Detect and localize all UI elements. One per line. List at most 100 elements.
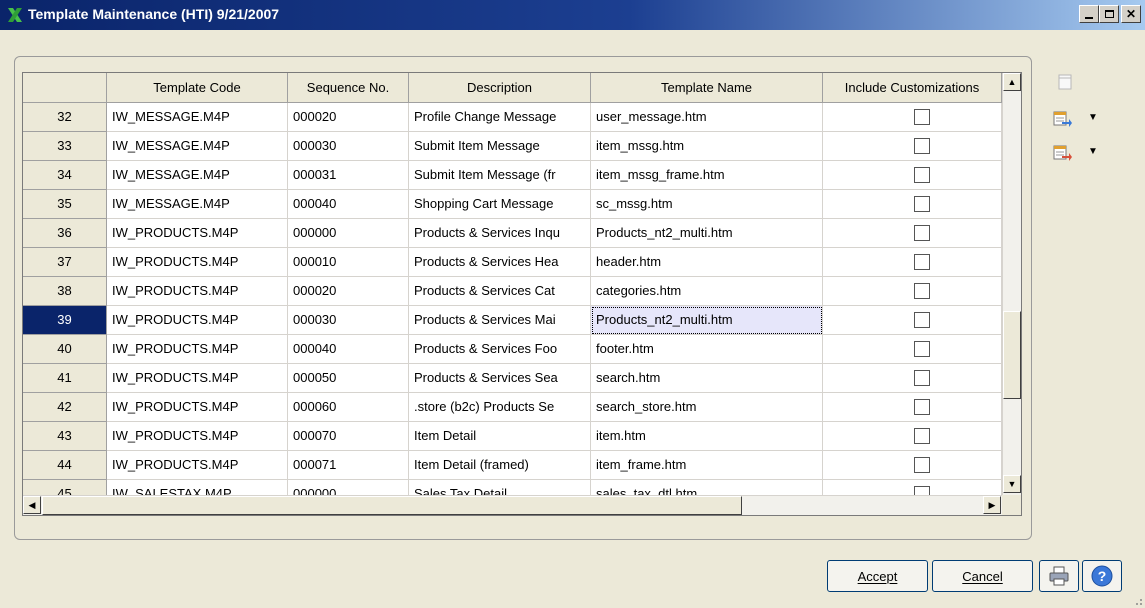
header-sequence-no[interactable]: Sequence No.	[288, 73, 409, 103]
header-description[interactable]: Description	[409, 73, 591, 103]
print-button[interactable]	[1039, 560, 1079, 592]
row-number[interactable]: 41	[23, 364, 107, 393]
header-include-customizations[interactable]: Include Customizations	[823, 73, 1002, 103]
cell-template-name[interactable]: sc_mssg.htm	[591, 190, 823, 219]
header-template-code[interactable]: Template Code	[107, 73, 288, 103]
include-customizations-checkbox[interactable]	[914, 457, 930, 473]
cell-template-name[interactable]: search.htm	[591, 364, 823, 393]
cell-description[interactable]: Products & Services Cat	[409, 277, 591, 306]
row-number[interactable]: 35	[23, 190, 107, 219]
cell-description[interactable]: Item Detail	[409, 422, 591, 451]
close-icon[interactable]: ✕	[1121, 5, 1141, 23]
cell-description[interactable]: Submit Item Message (fr	[409, 161, 591, 190]
cell-sequence-no[interactable]: 000040	[288, 335, 409, 364]
row-number[interactable]: 44	[23, 451, 107, 480]
cancel-button[interactable]: Cancel	[932, 560, 1033, 592]
table-row[interactable]: 41 IW_PRODUCTS.M4P 000050 Products & Servic…	[23, 364, 1002, 393]
import-dropdown-icon[interactable]: ▼	[1088, 146, 1098, 157]
row-number[interactable]: 37	[23, 248, 107, 277]
export-button[interactable]: ▼	[1050, 109, 1104, 131]
cell-description[interactable]: Products & Services Sea	[409, 364, 591, 393]
cell-sequence-no[interactable]: 000040	[288, 190, 409, 219]
scroll-down-icon[interactable]: ▼	[1003, 475, 1021, 493]
table-row[interactable]: 37 IW_PRODUCTS.M4P 000010 Products & Servic…	[23, 248, 1002, 277]
table-row[interactable]: 44 IW_PRODUCTS.M4P 000071 Item Detail (fram…	[23, 451, 1002, 480]
table-row[interactable]: 32 IW_MESSAGE.M4P 000020 Profile Change Mes…	[23, 103, 1002, 132]
row-number[interactable]: 42	[23, 393, 107, 422]
cell-sequence-no[interactable]: 000070	[288, 422, 409, 451]
header-template-name[interactable]: Template Name	[591, 73, 823, 103]
cell-description[interactable]: Item Detail (framed)	[409, 451, 591, 480]
horizontal-scrollbar[interactable]: ◀ ▶	[23, 495, 1002, 515]
row-number[interactable]: 32	[23, 103, 107, 132]
row-number[interactable]: 33	[23, 132, 107, 161]
table-row[interactable]: 40 IW_PRODUCTS.M4P 000040 Products & Servic…	[23, 335, 1002, 364]
cell-template-name[interactable]: Products_nt2_multi.htm	[591, 219, 823, 248]
cell-template-name[interactable]: footer.htm	[591, 335, 823, 364]
cell-template-name[interactable]: search_store.htm	[591, 393, 823, 422]
cell-template-name[interactable]: header.htm	[591, 248, 823, 277]
cell-description[interactable]: Submit Item Message	[409, 132, 591, 161]
cell-template-code[interactable]: IW_PRODUCTS.M4P	[107, 248, 288, 277]
cell-sequence-no[interactable]: 000010	[288, 248, 409, 277]
cell-template-code[interactable]: IW_MESSAGE.M4P	[107, 132, 288, 161]
template-grid[interactable]: Template Code Sequence No. Description T…	[22, 72, 1022, 516]
minimize-icon[interactable]	[1079, 5, 1099, 23]
table-row[interactable]: 39 IW_PRODUCTS.M4P 000030 Products & Servic…	[23, 306, 1002, 335]
vertical-scroll-thumb[interactable]	[1003, 311, 1021, 399]
include-customizations-checkbox[interactable]	[914, 399, 930, 415]
cell-template-code[interactable]: IW_PRODUCTS.M4P	[107, 422, 288, 451]
cell-description[interactable]: Profile Change Message	[409, 103, 591, 132]
table-row[interactable]: 33 IW_MESSAGE.M4P 000030 Submit Item Messag…	[23, 132, 1002, 161]
cell-sequence-no[interactable]: 000050	[288, 364, 409, 393]
cell-template-name[interactable]: Products_nt2_multi.htm	[591, 306, 823, 335]
include-customizations-checkbox[interactable]	[914, 138, 930, 154]
include-customizations-checkbox[interactable]	[914, 428, 930, 444]
export-dropdown-icon[interactable]: ▼	[1088, 112, 1098, 123]
include-customizations-checkbox[interactable]	[914, 225, 930, 241]
cell-template-code[interactable]: IW_PRODUCTS.M4P	[107, 451, 288, 480]
include-customizations-checkbox[interactable]	[914, 109, 930, 125]
cell-template-code[interactable]: IW_PRODUCTS.M4P	[107, 277, 288, 306]
cell-template-code[interactable]: IW_MESSAGE.M4P	[107, 103, 288, 132]
accept-button[interactable]: Accept	[827, 560, 928, 592]
table-row[interactable]: 36 IW_PRODUCTS.M4P 000000 Products & Servic…	[23, 219, 1002, 248]
cell-sequence-no[interactable]: 000000	[288, 219, 409, 248]
table-row[interactable]: 34 IW_MESSAGE.M4P 000031 Submit Item Messag…	[23, 161, 1002, 190]
include-customizations-checkbox[interactable]	[914, 312, 930, 328]
include-customizations-checkbox[interactable]	[914, 167, 930, 183]
cell-description[interactable]: Products & Services Inqu	[409, 219, 591, 248]
resize-grip-icon[interactable]	[1133, 596, 1143, 606]
cell-template-name[interactable]: categories.htm	[591, 277, 823, 306]
cell-sequence-no[interactable]: 000071	[288, 451, 409, 480]
row-number[interactable]: 39	[23, 306, 107, 335]
row-number[interactable]: 40	[23, 335, 107, 364]
vertical-scrollbar[interactable]: ▲ ▼	[1002, 73, 1021, 495]
cell-description[interactable]: Products & Services Mai	[409, 306, 591, 335]
include-customizations-checkbox[interactable]	[914, 254, 930, 270]
cell-description[interactable]: Shopping Cart Message	[409, 190, 591, 219]
cell-sequence-no[interactable]: 000020	[288, 103, 409, 132]
help-button[interactable]: ?	[1082, 560, 1122, 592]
table-row[interactable]: 43 IW_PRODUCTS.M4P 000070 Item Detail item.h…	[23, 422, 1002, 451]
cell-template-name[interactable]: user_message.htm	[591, 103, 823, 132]
cell-sequence-no[interactable]: 000031	[288, 161, 409, 190]
cell-template-code[interactable]: IW_PRODUCTS.M4P	[107, 393, 288, 422]
cell-sequence-no[interactable]: 000060	[288, 393, 409, 422]
cell-description[interactable]: .store (b2c) Products Se	[409, 393, 591, 422]
row-number[interactable]: 34	[23, 161, 107, 190]
table-row[interactable]: 42 IW_PRODUCTS.M4P 000060 .store (b2c) Prod…	[23, 393, 1002, 422]
cell-sequence-no[interactable]: 000030	[288, 306, 409, 335]
cell-sequence-no[interactable]: 000020	[288, 277, 409, 306]
row-number[interactable]: 36	[23, 219, 107, 248]
cell-template-code[interactable]: IW_PRODUCTS.M4P	[107, 306, 288, 335]
row-number[interactable]: 43	[23, 422, 107, 451]
scroll-right-icon[interactable]: ▶	[983, 496, 1001, 514]
cell-template-code[interactable]: IW_PRODUCTS.M4P	[107, 364, 288, 393]
cell-template-code[interactable]: IW_MESSAGE.M4P	[107, 190, 288, 219]
table-row[interactable]: 35 IW_MESSAGE.M4P 000040 Shopping Cart Mess…	[23, 190, 1002, 219]
cell-description[interactable]: Products & Services Foo	[409, 335, 591, 364]
include-customizations-checkbox[interactable]	[914, 283, 930, 299]
cell-description[interactable]: Products & Services Hea	[409, 248, 591, 277]
cell-template-code[interactable]: IW_MESSAGE.M4P	[107, 161, 288, 190]
